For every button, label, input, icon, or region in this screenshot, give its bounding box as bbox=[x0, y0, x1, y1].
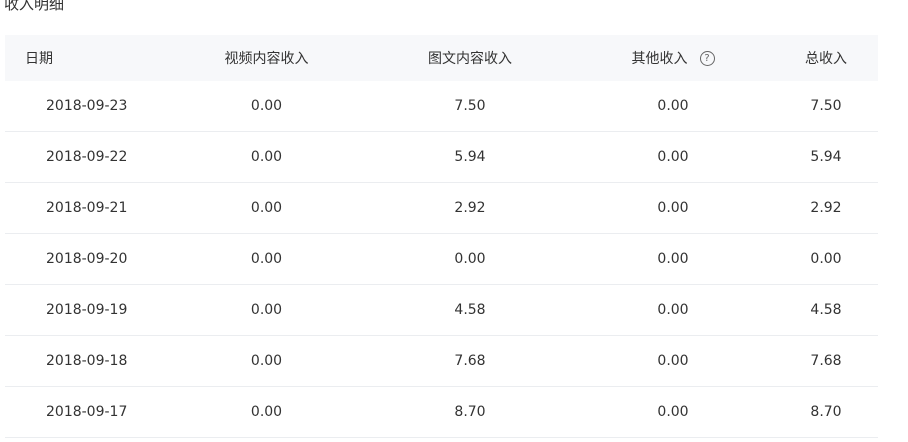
cell-date: 2018-09-19 bbox=[46, 302, 128, 318]
question-circle-icon[interactable]: ? bbox=[699, 50, 715, 66]
section-title: 收入明细 bbox=[4, 0, 65, 13]
cell-other-income: 0.00 bbox=[657, 404, 689, 420]
cell-other-income: 0.00 bbox=[657, 353, 689, 369]
cell-article-income: 8.70 bbox=[454, 404, 486, 420]
cell-video-income: 0.00 bbox=[250, 251, 283, 267]
cell-total-income: 7.50 bbox=[810, 98, 842, 114]
cell-video-income: 0.00 bbox=[250, 353, 283, 369]
cell-date: 2018-09-20 bbox=[46, 251, 128, 267]
table-row: 2018-09-20 0.00 0.00 0.00 0.00 bbox=[5, 234, 878, 285]
cell-total-income: 2.92 bbox=[810, 200, 842, 216]
header-article-income: 图文内容收入 bbox=[428, 51, 512, 67]
cell-total-income: 4.58 bbox=[810, 302, 842, 318]
table-row: 2018-09-19 0.00 4.58 0.00 4.58 bbox=[5, 285, 878, 336]
table-row: 2018-09-18 0.00 7.68 0.00 7.68 bbox=[5, 336, 878, 387]
table-row: 2018-09-21 0.00 2.92 0.00 2.92 bbox=[5, 183, 878, 234]
cell-other-income: 0.00 bbox=[657, 251, 689, 267]
header-date: 日期 bbox=[25, 51, 53, 67]
cell-video-income: 0.00 bbox=[250, 302, 283, 318]
table-row: 2018-09-23 0.00 7.50 0.00 7.50 bbox=[5, 81, 878, 132]
cell-other-income: 0.00 bbox=[657, 302, 689, 318]
cell-total-income: 0.00 bbox=[810, 251, 842, 267]
cell-date: 2018-09-23 bbox=[46, 98, 128, 114]
header-video-income: 视频内容收入 bbox=[224, 51, 309, 67]
cell-date: 2018-09-17 bbox=[46, 404, 128, 420]
cell-other-income: 0.00 bbox=[657, 149, 689, 165]
cell-total-income: 5.94 bbox=[810, 149, 842, 165]
cell-article-income: 2.92 bbox=[454, 200, 486, 216]
cell-article-income: 7.68 bbox=[454, 353, 486, 369]
cell-article-income: 4.58 bbox=[454, 302, 486, 318]
cell-article-income: 5.94 bbox=[454, 149, 486, 165]
cell-video-income: 0.00 bbox=[250, 149, 283, 165]
cell-other-income: 0.00 bbox=[657, 98, 689, 114]
cell-total-income: 7.68 bbox=[810, 353, 842, 369]
table-row: 2018-09-22 0.00 5.94 0.00 5.94 bbox=[5, 132, 878, 183]
cell-video-income: 0.00 bbox=[250, 200, 283, 216]
cell-other-income: 0.00 bbox=[657, 200, 689, 216]
header-total-income: 总收入 bbox=[805, 51, 847, 67]
cell-video-income: 0.00 bbox=[250, 98, 283, 114]
header-other-income-label: 其他收入 bbox=[631, 51, 688, 67]
cell-total-income: 8.70 bbox=[810, 404, 842, 420]
cell-date: 2018-09-21 bbox=[46, 200, 128, 216]
cell-date: 2018-09-22 bbox=[46, 149, 128, 165]
table-row: 2018-09-17 0.00 8.70 0.00 8.70 bbox=[5, 387, 878, 438]
header-other-income: 其他收入? bbox=[572, 48, 774, 68]
income-detail-table: 日期 视频内容收入 图文内容收入 其他收入? 总收入 2018-09-23 0.… bbox=[5, 35, 878, 438]
cell-article-income: 0.00 bbox=[454, 251, 486, 267]
cell-video-income: 0.00 bbox=[250, 404, 283, 420]
table-header: 日期 视频内容收入 图文内容收入 其他收入? 总收入 bbox=[5, 35, 878, 81]
cell-article-income: 7.50 bbox=[454, 98, 486, 114]
cell-date: 2018-09-18 bbox=[46, 353, 128, 369]
